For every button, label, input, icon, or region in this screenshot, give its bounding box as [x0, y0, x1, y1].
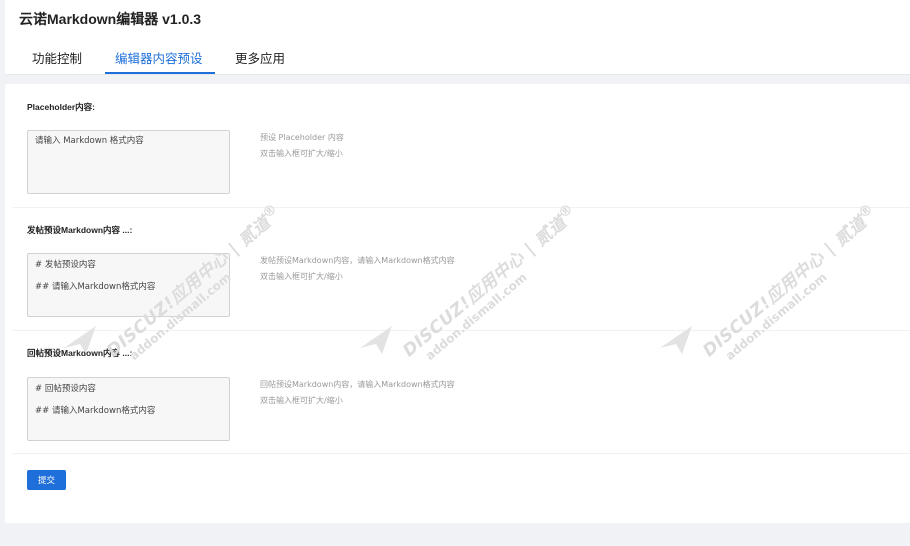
- app-title: 云诺Markdown编辑器 v1.0.3: [19, 11, 202, 27]
- tab-feature-control[interactable]: 功能控制: [32, 48, 82, 74]
- page-header: 云诺Markdown编辑器 v1.0.3 功能控制 编辑器内容预设 更多应用: [5, 0, 910, 75]
- placeholder-hint-line2: 双击输入框可扩大/缩小: [260, 149, 343, 158]
- section-divider: [13, 330, 910, 331]
- placeholder-hint: 预设 Placeholder 内容 双击输入框可扩大/缩小: [260, 130, 344, 162]
- reply-preset-hint: 回帖预设Markdown内容，请输入Markdown格式内容 双击输入框可扩大/…: [260, 377, 455, 409]
- reply-preset-label: 回帖预设Markdown内容 ...:: [27, 348, 133, 358]
- post-preset-label: 发帖预设Markdown内容 ...:: [27, 225, 133, 235]
- section-divider: [13, 207, 910, 208]
- reply-preset-hint-line2: 双击输入框可扩大/缩小: [260, 396, 343, 405]
- reply-preset-textarea[interactable]: # 回帖预设内容 ## 请输入Markdown格式内容: [27, 377, 230, 441]
- tab-more-apps[interactable]: 更多应用: [235, 48, 285, 74]
- tab-editor-content-preset[interactable]: 编辑器内容预设: [105, 48, 214, 74]
- post-preset-hint-line1: 发帖预设Markdown内容，请输入Markdown格式内容: [260, 256, 455, 265]
- placeholder-label: Placeholder内容:: [27, 102, 96, 112]
- reply-preset-hint-line1: 回帖预设Markdown内容，请输入Markdown格式内容: [260, 380, 455, 389]
- post-preset-hint: 发帖预设Markdown内容，请输入Markdown格式内容 双击输入框可扩大/…: [260, 253, 455, 285]
- placeholder-textarea[interactable]: 请输入 Markdown 格式内容: [27, 130, 230, 194]
- settings-form: Placeholder内容: 请输入 Markdown 格式内容 预设 Plac…: [5, 84, 910, 523]
- submit-button[interactable]: 提交: [27, 470, 66, 490]
- post-preset-hint-line2: 双击输入框可扩大/缩小: [260, 272, 343, 281]
- section-divider: [13, 453, 910, 454]
- post-preset-textarea[interactable]: # 发帖预设内容 ## 请输入Markdown格式内容: [27, 253, 230, 317]
- placeholder-hint-line1: 预设 Placeholder 内容: [260, 133, 344, 142]
